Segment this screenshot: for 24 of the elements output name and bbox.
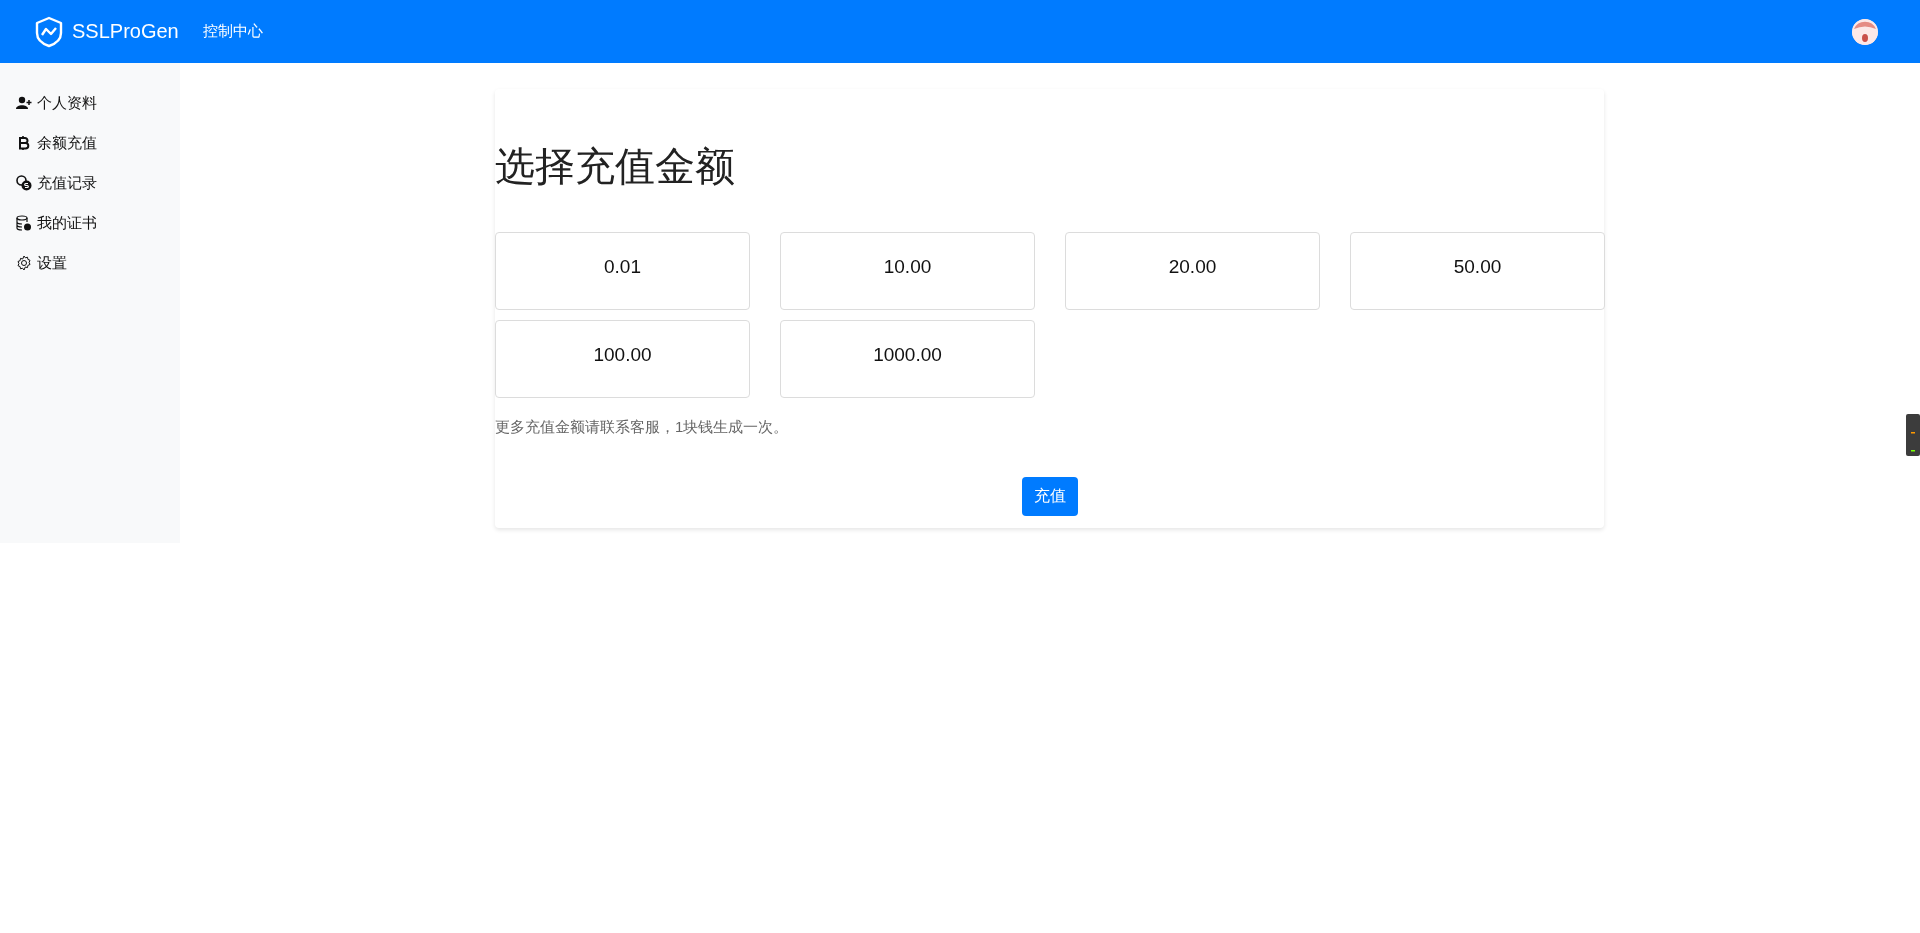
amount-option[interactable]: 100.00 (495, 320, 750, 398)
sidebar-item[interactable]: 余额充值 (0, 123, 180, 163)
avatar[interactable] (1852, 18, 1878, 45)
sidebar-item[interactable]: 充值记录 (0, 163, 180, 203)
side-handle[interactable] (1906, 414, 1920, 456)
sidebar-item[interactable]: 设置 (0, 243, 180, 283)
amount-option[interactable]: 50.00 (1350, 232, 1605, 310)
coins-icon (16, 175, 32, 191)
bitcoin-icon (18, 136, 30, 150)
sidebar-item[interactable]: 个人资料 (0, 83, 180, 123)
amount-option[interactable]: 0.01 (495, 232, 750, 310)
amount-option[interactable]: 20.00 (1065, 232, 1320, 310)
brand-link[interactable]: SSLProGen (34, 15, 179, 48)
page-title: 选择充值金额 (495, 143, 736, 190)
note-text: 更多充值金额请联系客服，1块钱生成一次。 (495, 418, 790, 437)
settings-icon (16, 255, 32, 271)
sidebar-item[interactable]: 我的证书 (0, 203, 180, 243)
shield-icon (34, 15, 64, 48)
recharge-button[interactable]: 充值 (1021, 477, 1078, 516)
user-plus-icon (16, 96, 32, 110)
nav-link[interactable]: 控制中心 (202, 22, 263, 41)
amount-option[interactable]: 1000.00 (780, 320, 1035, 398)
database-icon (16, 215, 32, 231)
amount-option[interactable]: 10.00 (780, 232, 1035, 310)
